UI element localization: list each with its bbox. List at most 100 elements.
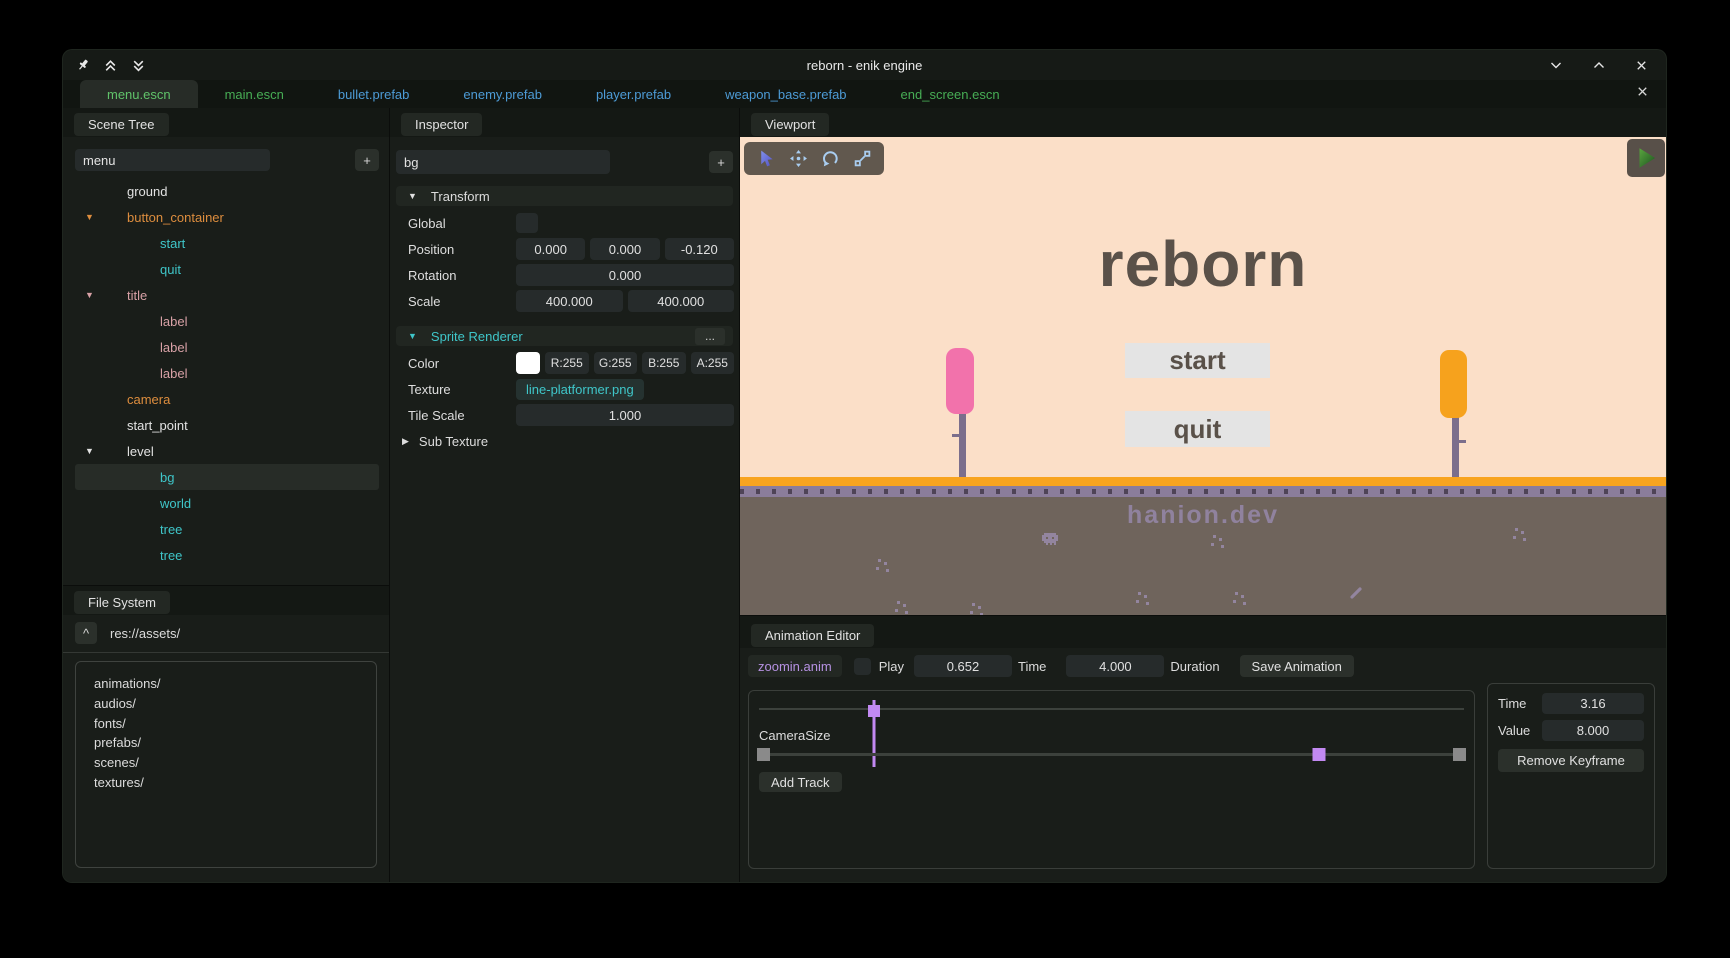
expand-arrow-icon[interactable]: ▶ bbox=[402, 436, 409, 447]
tree-item-label-3[interactable]: label bbox=[75, 360, 379, 386]
select-tool-icon[interactable] bbox=[757, 149, 776, 168]
game-start-button[interactable]: start bbox=[1125, 343, 1270, 378]
file-tab-bar: menu.escn main.escn bullet.prefab enemy.… bbox=[63, 80, 1666, 108]
tab-animation-editor[interactable]: Animation Editor bbox=[751, 624, 875, 647]
window-title: reborn - enik engine bbox=[806, 57, 923, 73]
scrub-bar[interactable] bbox=[759, 708, 1464, 710]
position-y-field[interactable]: 0.000 bbox=[590, 238, 660, 260]
root-node-name-input[interactable] bbox=[75, 149, 270, 171]
track-timeline[interactable] bbox=[757, 748, 1466, 761]
rotate-tool-icon[interactable] bbox=[821, 149, 840, 168]
tree-item-world[interactable]: world bbox=[75, 490, 379, 516]
file-entry[interactable]: audios/ bbox=[94, 694, 376, 714]
tree-item-tree-1[interactable]: tree bbox=[75, 516, 379, 542]
save-animation-button[interactable]: Save Animation bbox=[1239, 655, 1354, 677]
ground-strip bbox=[740, 477, 1666, 486]
remove-keyframe-button[interactable]: Remove Keyframe bbox=[1498, 749, 1644, 772]
component-menu-button[interactable]: ... bbox=[695, 327, 725, 345]
tree-item-quit[interactable]: quit bbox=[75, 256, 379, 282]
position-x-field[interactable]: 0.000 bbox=[516, 238, 586, 260]
tab-end-screen-escn[interactable]: end_screen.escn bbox=[874, 80, 1027, 108]
anim-duration-field[interactable]: 4.000 bbox=[1066, 655, 1165, 677]
color-swatch[interactable] bbox=[516, 352, 540, 374]
tree-item-tree-2[interactable]: tree bbox=[75, 542, 379, 568]
file-entry[interactable]: animations/ bbox=[94, 674, 376, 694]
scene-tree-panel: Scene Tree + ground ▼ button_container st… bbox=[63, 108, 390, 882]
texture-value[interactable]: line-platformer.png bbox=[516, 378, 644, 400]
collapse-arrow-icon[interactable]: ▼ bbox=[408, 331, 417, 341]
color-g-field[interactable]: G:255 bbox=[593, 352, 637, 374]
track-name-label: CameraSize bbox=[759, 728, 831, 743]
tab-scene-tree[interactable]: Scene Tree bbox=[74, 113, 169, 136]
selected-keyframe-marker[interactable] bbox=[1312, 748, 1326, 761]
tab-weapon-base-prefab[interactable]: weapon_base.prefab bbox=[698, 80, 873, 108]
keyframe-marker[interactable] bbox=[757, 748, 770, 761]
tab-label: player.prefab bbox=[595, 86, 672, 102]
scale-y-field[interactable]: 400.000 bbox=[627, 290, 734, 312]
folder-up-button[interactable]: ^ bbox=[75, 622, 97, 644]
add-track-button[interactable]: Add Track bbox=[759, 772, 842, 792]
animation-file-chip[interactable]: zoomin.anim bbox=[748, 655, 842, 677]
color-r-field[interactable]: R:255 bbox=[545, 352, 589, 374]
file-entry[interactable]: fonts/ bbox=[94, 714, 376, 734]
sub-texture-section-header[interactable]: ▶ Sub Texture bbox=[390, 428, 739, 454]
tab-bullet-prefab[interactable]: bullet.prefab bbox=[311, 80, 437, 108]
file-entry[interactable]: prefabs/ bbox=[94, 733, 376, 753]
scale-label: Scale bbox=[408, 293, 441, 309]
add-node-button[interactable]: + bbox=[355, 149, 379, 171]
tree-item-bg-selected[interactable]: bg bbox=[75, 464, 379, 490]
tree-item-label: ground bbox=[127, 183, 168, 199]
node-name-input[interactable] bbox=[396, 150, 610, 174]
viewport-canvas[interactable]: reborn start quit hanion.dev bbox=[740, 137, 1666, 615]
color-b-field[interactable]: B:255 bbox=[642, 352, 686, 374]
transform-section-header[interactable]: ▼ Transform bbox=[396, 186, 733, 206]
tree-item-camera[interactable]: camera bbox=[75, 386, 379, 412]
collapse-arrow-icon[interactable]: ▼ bbox=[408, 191, 417, 201]
tree-item-label-1[interactable]: label bbox=[75, 308, 379, 334]
tab-player-prefab[interactable]: player.prefab bbox=[569, 80, 698, 108]
tree-item-title[interactable]: ▼ title bbox=[75, 282, 379, 308]
tree-item-label-2[interactable]: label bbox=[75, 334, 379, 360]
collapse-arrow-icon[interactable]: ▼ bbox=[85, 290, 115, 300]
anim-time-field[interactable]: 0.652 bbox=[914, 655, 1012, 677]
keyframe-value-field[interactable]: 8.000 bbox=[1542, 720, 1644, 741]
keyframe-time-label: Time bbox=[1498, 696, 1527, 711]
tree-item-button-container[interactable]: ▼ button_container bbox=[75, 204, 379, 230]
play-scene-button[interactable] bbox=[1627, 139, 1665, 177]
collapse-arrow-icon[interactable]: ▼ bbox=[85, 212, 115, 222]
texture-label: Texture bbox=[408, 381, 451, 397]
playhead-marker[interactable] bbox=[867, 705, 880, 717]
file-entry[interactable]: textures/ bbox=[94, 773, 376, 793]
global-checkbox[interactable] bbox=[516, 213, 538, 233]
scale-x-field[interactable]: 400.000 bbox=[516, 290, 623, 312]
tab-menu-escn[interactable]: menu.escn bbox=[80, 80, 198, 108]
tab-label: bullet.prefab bbox=[337, 86, 410, 102]
tree-item-start-point[interactable]: start_point bbox=[75, 412, 379, 438]
color-a-field[interactable]: A:255 bbox=[690, 352, 734, 374]
tab-enemy-prefab[interactable]: enemy.prefab bbox=[436, 80, 569, 108]
move-tool-icon[interactable] bbox=[789, 149, 808, 168]
tab-viewport[interactable]: Viewport bbox=[751, 113, 830, 136]
collapse-arrow-icon[interactable]: ▼ bbox=[85, 446, 115, 456]
tab-file-system[interactable]: File System bbox=[74, 591, 170, 614]
position-z-field[interactable]: -0.120 bbox=[664, 238, 734, 260]
rotation-field[interactable]: 0.000 bbox=[516, 264, 734, 286]
add-component-button[interactable]: + bbox=[709, 151, 733, 173]
keyframe-time-field[interactable]: 3.16 bbox=[1542, 693, 1644, 714]
keyframe-marker[interactable] bbox=[1453, 748, 1466, 761]
keyframe-value-label: Value bbox=[1498, 723, 1531, 738]
tree-item-level[interactable]: ▼ level bbox=[75, 438, 379, 464]
tree-item-start[interactable]: start bbox=[75, 230, 379, 256]
play-checkbox[interactable] bbox=[853, 657, 871, 675]
decor-pebbles-icon bbox=[1515, 528, 1518, 531]
tab-inspector[interactable]: Inspector bbox=[401, 113, 483, 136]
scale-tool-icon[interactable] bbox=[853, 149, 872, 168]
dirt-top-band bbox=[740, 486, 1666, 497]
tab-main-escn[interactable]: main.escn bbox=[198, 80, 311, 108]
sprite-renderer-section-header[interactable]: ▼ Sprite Renderer ... bbox=[396, 326, 733, 346]
game-quit-button[interactable]: quit bbox=[1125, 411, 1270, 447]
tree-item-ground[interactable]: ground bbox=[75, 178, 379, 204]
close-tab-icon[interactable] bbox=[1635, 84, 1650, 99]
file-entry[interactable]: scenes/ bbox=[94, 753, 376, 773]
tile-scale-field[interactable]: 1.000 bbox=[516, 404, 734, 426]
